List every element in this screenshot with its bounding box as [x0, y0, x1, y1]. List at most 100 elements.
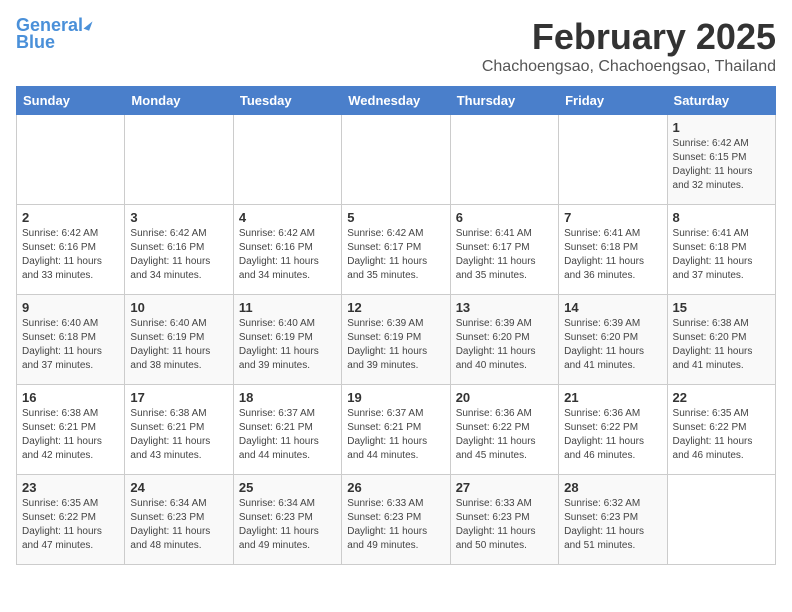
calendar-cell-w0d2: [233, 115, 341, 205]
day-info: Sunrise: 6:41 AM Sunset: 6:17 PM Dayligh…: [456, 227, 553, 283]
day-number: 22: [673, 390, 770, 405]
calendar-cell-w0d5: [559, 115, 667, 205]
weekday-header-thursday: Thursday: [450, 87, 558, 115]
calendar-cell-w0d0: [17, 115, 125, 205]
day-info: Sunrise: 6:39 AM Sunset: 6:20 PM Dayligh…: [564, 317, 661, 373]
day-info: Sunrise: 6:42 AM Sunset: 6:16 PM Dayligh…: [22, 227, 119, 283]
title-block: February 2025 Chachoengsao, Chachoengsao…: [482, 16, 776, 76]
weekday-header-sunday: Sunday: [17, 87, 125, 115]
day-number: 18: [239, 390, 336, 405]
calendar-cell-w0d1: [125, 115, 233, 205]
logo: General Blue: [16, 16, 91, 51]
calendar-cell-w1d1: 3 Sunrise: 6:42 AM Sunset: 6:16 PM Daylig…: [125, 205, 233, 295]
calendar-cell-w1d2: 4 Sunrise: 6:42 AM Sunset: 6:16 PM Daylig…: [233, 205, 341, 295]
day-number: 13: [456, 300, 553, 315]
calendar-cell-w3d2: 18 Sunrise: 6:37 AM Sunset: 6:21 PM Dayli…: [233, 385, 341, 475]
day-info: Sunrise: 6:32 AM Sunset: 6:23 PM Dayligh…: [564, 497, 661, 553]
calendar-cell-w2d4: 13 Sunrise: 6:39 AM Sunset: 6:20 PM Dayli…: [450, 295, 558, 385]
calendar-cell-w0d3: [342, 115, 450, 205]
day-number: 27: [456, 480, 553, 495]
day-info: Sunrise: 6:38 AM Sunset: 6:21 PM Dayligh…: [130, 407, 227, 463]
day-number: 14: [564, 300, 661, 315]
calendar-cell-w0d6: 1 Sunrise: 6:42 AM Sunset: 6:15 PM Daylig…: [667, 115, 775, 205]
day-number: 16: [22, 390, 119, 405]
day-info: Sunrise: 6:36 AM Sunset: 6:22 PM Dayligh…: [564, 407, 661, 463]
day-number: 15: [673, 300, 770, 315]
day-info: Sunrise: 6:38 AM Sunset: 6:20 PM Dayligh…: [673, 317, 770, 373]
day-info: Sunrise: 6:38 AM Sunset: 6:21 PM Dayligh…: [22, 407, 119, 463]
day-info: Sunrise: 6:36 AM Sunset: 6:22 PM Dayligh…: [456, 407, 553, 463]
day-number: 3: [130, 210, 227, 225]
day-info: Sunrise: 6:33 AM Sunset: 6:23 PM Dayligh…: [456, 497, 553, 553]
calendar-cell-w1d3: 5 Sunrise: 6:42 AM Sunset: 6:17 PM Daylig…: [342, 205, 450, 295]
calendar-header-row: SundayMondayTuesdayWednesdayThursdayFrid…: [17, 87, 776, 115]
day-info: Sunrise: 6:40 AM Sunset: 6:19 PM Dayligh…: [130, 317, 227, 373]
calendar-cell-w2d1: 10 Sunrise: 6:40 AM Sunset: 6:19 PM Dayli…: [125, 295, 233, 385]
day-info: Sunrise: 6:42 AM Sunset: 6:16 PM Dayligh…: [239, 227, 336, 283]
calendar-cell-w1d0: 2Sunrise: 6:42 AM Sunset: 6:16 PM Daylig…: [17, 205, 125, 295]
calendar-cell-w2d6: 15 Sunrise: 6:38 AM Sunset: 6:20 PM Dayli…: [667, 295, 775, 385]
calendar-week-0: 1 Sunrise: 6:42 AM Sunset: 6:15 PM Daylig…: [17, 115, 776, 205]
weekday-header-friday: Friday: [559, 87, 667, 115]
day-number: 9: [22, 300, 119, 315]
calendar-cell-w3d3: 19 Sunrise: 6:37 AM Sunset: 6:21 PM Dayli…: [342, 385, 450, 475]
calendar-cell-w4d0: 23 Sunrise: 6:35 AM Sunset: 6:22 PM Dayli…: [17, 475, 125, 565]
calendar-table: SundayMondayTuesdayWednesdayThursdayFrid…: [16, 86, 776, 565]
day-info: Sunrise: 6:42 AM Sunset: 6:17 PM Dayligh…: [347, 227, 444, 283]
location-title: Chachoengsao, Chachoengsao, Thailand: [482, 58, 776, 76]
day-info: Sunrise: 6:34 AM Sunset: 6:23 PM Dayligh…: [130, 497, 227, 553]
day-number: 4: [239, 210, 336, 225]
calendar-cell-w1d4: 6 Sunrise: 6:41 AM Sunset: 6:17 PM Daylig…: [450, 205, 558, 295]
day-number: 21: [564, 390, 661, 405]
day-number: 1: [673, 120, 770, 135]
day-info: Sunrise: 6:35 AM Sunset: 6:22 PM Dayligh…: [673, 407, 770, 463]
day-info: Sunrise: 6:40 AM Sunset: 6:18 PM Dayligh…: [22, 317, 119, 373]
day-number: 8: [673, 210, 770, 225]
calendar-week-1: 2Sunrise: 6:42 AM Sunset: 6:16 PM Daylig…: [17, 205, 776, 295]
day-info: Sunrise: 6:33 AM Sunset: 6:23 PM Dayligh…: [347, 497, 444, 553]
day-number: 24: [130, 480, 227, 495]
calendar-cell-w4d4: 27 Sunrise: 6:33 AM Sunset: 6:23 PM Dayli…: [450, 475, 558, 565]
day-number: 12: [347, 300, 444, 315]
calendar-cell-w2d0: 9 Sunrise: 6:40 AM Sunset: 6:18 PM Daylig…: [17, 295, 125, 385]
day-number: 5: [347, 210, 444, 225]
day-number: 19: [347, 390, 444, 405]
weekday-header-monday: Monday: [125, 87, 233, 115]
day-number: 11: [239, 300, 336, 315]
calendar-cell-w1d6: 8 Sunrise: 6:41 AM Sunset: 6:18 PM Daylig…: [667, 205, 775, 295]
day-info: Sunrise: 6:34 AM Sunset: 6:23 PM Dayligh…: [239, 497, 336, 553]
day-number: 17: [130, 390, 227, 405]
calendar-cell-w3d5: 21 Sunrise: 6:36 AM Sunset: 6:22 PM Dayli…: [559, 385, 667, 475]
logo-blue: Blue: [16, 33, 55, 51]
day-number: 25: [239, 480, 336, 495]
calendar-cell-w3d1: 17 Sunrise: 6:38 AM Sunset: 6:21 PM Dayli…: [125, 385, 233, 475]
day-info: Sunrise: 6:42 AM Sunset: 6:15 PM Dayligh…: [673, 137, 770, 193]
day-info: Sunrise: 6:41 AM Sunset: 6:18 PM Dayligh…: [673, 227, 770, 283]
calendar-cell-w2d5: 14 Sunrise: 6:39 AM Sunset: 6:20 PM Dayli…: [559, 295, 667, 385]
page-header: General Blue February 2025 Chachoengsao,…: [16, 16, 776, 76]
day-info: Sunrise: 6:42 AM Sunset: 6:16 PM Dayligh…: [130, 227, 227, 283]
day-number: 26: [347, 480, 444, 495]
calendar-cell-w4d2: 25 Sunrise: 6:34 AM Sunset: 6:23 PM Dayli…: [233, 475, 341, 565]
day-number: 20: [456, 390, 553, 405]
day-info: Sunrise: 6:41 AM Sunset: 6:18 PM Dayligh…: [564, 227, 661, 283]
day-info: Sunrise: 6:39 AM Sunset: 6:20 PM Dayligh…: [456, 317, 553, 373]
calendar-cell-w4d5: 28 Sunrise: 6:32 AM Sunset: 6:23 PM Dayli…: [559, 475, 667, 565]
calendar-cell-w3d4: 20 Sunrise: 6:36 AM Sunset: 6:22 PM Dayli…: [450, 385, 558, 475]
weekday-header-saturday: Saturday: [667, 87, 775, 115]
day-info: Sunrise: 6:37 AM Sunset: 6:21 PM Dayligh…: [347, 407, 444, 463]
calendar-week-4: 23 Sunrise: 6:35 AM Sunset: 6:22 PM Dayli…: [17, 475, 776, 565]
day-info: Sunrise: 6:35 AM Sunset: 6:22 PM Dayligh…: [22, 497, 119, 553]
calendar-cell-w4d3: 26 Sunrise: 6:33 AM Sunset: 6:23 PM Dayli…: [342, 475, 450, 565]
day-number: 23: [22, 480, 119, 495]
calendar-cell-w4d6: [667, 475, 775, 565]
day-number: 6: [456, 210, 553, 225]
day-number: 10: [130, 300, 227, 315]
calendar-week-2: 9 Sunrise: 6:40 AM Sunset: 6:18 PM Daylig…: [17, 295, 776, 385]
calendar-cell-w2d2: 11Sunrise: 6:40 AM Sunset: 6:19 PM Dayli…: [233, 295, 341, 385]
weekday-header-tuesday: Tuesday: [233, 87, 341, 115]
day-number: 28: [564, 480, 661, 495]
weekday-header-wednesday: Wednesday: [342, 87, 450, 115]
calendar-cell-w2d3: 12Sunrise: 6:39 AM Sunset: 6:19 PM Dayli…: [342, 295, 450, 385]
day-info: Sunrise: 6:37 AM Sunset: 6:21 PM Dayligh…: [239, 407, 336, 463]
